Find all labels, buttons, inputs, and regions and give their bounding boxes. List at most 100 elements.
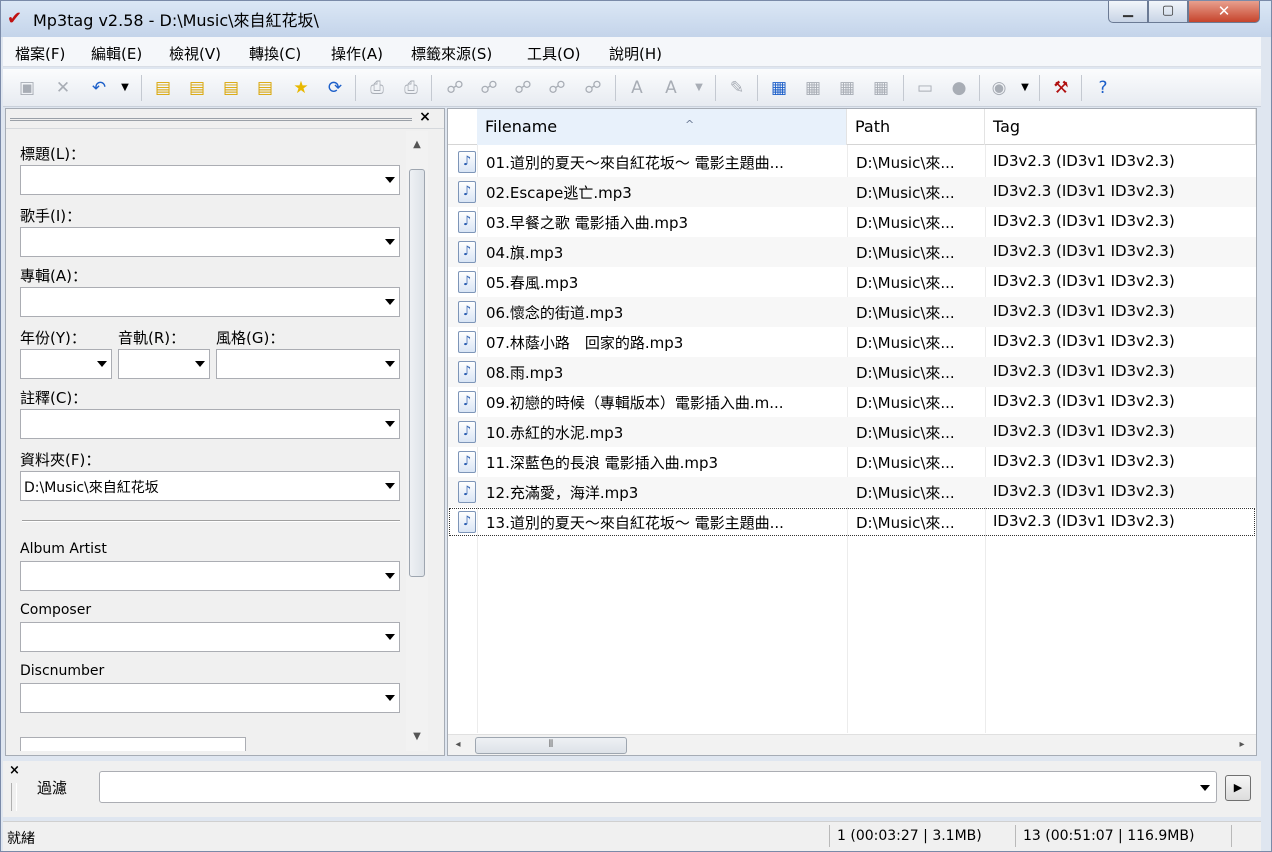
change-directory-icon[interactable]: ▤ xyxy=(151,76,175,100)
tag-source-web-icon[interactable]: ☍ xyxy=(581,76,605,100)
edit-icon[interactable]: ✎ xyxy=(725,76,749,100)
scroll-up-icon[interactable]: ▲ xyxy=(406,137,428,153)
status-text: 就緒 xyxy=(7,831,35,847)
chevron-down-icon xyxy=(1200,785,1210,791)
comment-field[interactable] xyxy=(20,409,400,439)
scroll-thumb[interactable]: ⦀ xyxy=(475,737,627,754)
scroll-right-icon[interactable]: ▸ xyxy=(1234,737,1250,753)
tools-icon[interactable]: ⚒ xyxy=(1049,76,1073,100)
minimize-button[interactable]: ▁ xyxy=(1108,1,1148,23)
filter-input[interactable] xyxy=(99,771,1217,803)
scroll-left-icon[interactable]: ◂ xyxy=(450,737,466,753)
tag-cell: ID3v2.3 (ID3v1 ID3v2.3) xyxy=(993,212,1175,230)
text-file-icon[interactable]: ▦ xyxy=(835,76,859,100)
chevron-down-icon xyxy=(385,361,395,367)
title-field[interactable] xyxy=(20,165,400,195)
table-row[interactable]: ♪ 06.懷念的街道.mp3 D:\Music\來... ID3v2.3 (ID3v1… xyxy=(448,297,1256,327)
title-bar[interactable]: ✔ Mp3tag v2.58 - D:\Music\來自紅花坂\ ▁ ▢ ✕ xyxy=(1,1,1271,37)
undo-icon[interactable]: ↶ xyxy=(87,76,111,100)
add-directory-icon[interactable]: ▤ xyxy=(185,76,209,100)
menu-help[interactable]: 說明(H) xyxy=(609,43,662,64)
scroll-down-icon[interactable]: ▼ xyxy=(406,729,428,745)
status-bar: 就緒 1 (00:03:27 | 3.1MB) 13 (00:51:07 | 1… xyxy=(3,821,1261,851)
filter-go-button[interactable]: ▶ xyxy=(1225,775,1251,801)
maximize-button[interactable]: ▢ xyxy=(1148,1,1188,23)
menu-edit[interactable]: 編輯(E) xyxy=(91,43,142,64)
close-button[interactable]: ✕ xyxy=(1188,1,1260,23)
path-cell: D:\Music\來... xyxy=(856,214,955,232)
music-file-icon: ♪ xyxy=(458,211,476,233)
tag-source-discogs-icon[interactable]: ☍ xyxy=(511,76,535,100)
menu-file[interactable]: 檔案(F) xyxy=(15,43,65,64)
discnumber-field[interactable] xyxy=(20,683,400,713)
panel-grip[interactable] xyxy=(10,118,412,121)
extra-field[interactable] xyxy=(20,737,246,751)
artist-label: 歌手(I)： xyxy=(20,207,82,225)
close-icon[interactable]: × xyxy=(416,109,434,129)
tag-filename-icon[interactable]: ⎙ xyxy=(365,76,389,100)
filename-tag-icon[interactable]: ⎙ xyxy=(399,76,423,100)
table-row[interactable]: ♪ 04.旗.mp3 D:\Music\來... ID3v2.3 (ID3v1 ID3… xyxy=(448,237,1256,267)
tag-source-amazon-icon[interactable]: ☍ xyxy=(477,76,501,100)
table-row[interactable]: ♪ 08.雨.mp3 D:\Music\來... ID3v2.3 (ID3v1 ID3… xyxy=(448,357,1256,387)
year-field[interactable] xyxy=(20,349,112,379)
filter-grip[interactable] xyxy=(11,783,17,811)
playlist-folder-icon[interactable]: ▤ xyxy=(253,76,277,100)
composer-field[interactable] xyxy=(20,622,400,652)
panel-scrollbar[interactable]: ▲ ▼ xyxy=(406,131,428,751)
remove-tag-icon[interactable]: ✕ xyxy=(51,76,75,100)
file-list-header: ^ Filename Path Tag xyxy=(448,109,1256,145)
export-icon[interactable]: ▦ xyxy=(767,76,791,100)
menu-view[interactable]: 檢視(V) xyxy=(169,43,221,64)
favorite-folder-icon[interactable]: ▤ xyxy=(219,76,243,100)
cover-dropdown-icon[interactable]: ▼ xyxy=(1013,76,1037,100)
close-icon[interactable]: × xyxy=(9,763,20,778)
refresh-icon[interactable]: ⟳ xyxy=(323,76,347,100)
cover-icon[interactable]: ◉ xyxy=(987,76,1011,100)
album-field[interactable] xyxy=(20,287,400,317)
table-row[interactable]: ♪ 07.林蔭小路 回家的路.mp3 D:\Music\來... ID3v2.3 (I… xyxy=(448,327,1256,357)
actions-dropdown-icon[interactable]: ▼ xyxy=(687,76,711,100)
tag-source-freedb-icon[interactable]: ☍ xyxy=(443,76,467,100)
column-path[interactable]: Path xyxy=(847,109,985,145)
filename-cell: 10.赤紅的水泥.mp3 xyxy=(486,424,624,442)
album-artist-field[interactable] xyxy=(20,561,400,591)
table-row[interactable]: ♪ 01.道別的夏天～來自紅花坂～ 電影主題曲... D:\Music\來... ID… xyxy=(448,147,1256,177)
star-icon[interactable]: ★ xyxy=(289,76,313,100)
folder-value: D:\Music\來自紅花坂 xyxy=(24,480,159,496)
artist-field[interactable] xyxy=(20,227,400,257)
table-row[interactable]: ♪ 09.初戀的時候（專輯版本）電影插入曲.m... D:\Music\來... ID… xyxy=(448,387,1256,417)
help-icon[interactable]: ? xyxy=(1091,76,1115,100)
menu-tools[interactable]: 工具(O) xyxy=(527,43,581,64)
table-row[interactable]: ♪ 11.深藍色的長浪 電影插入曲.mp3 D:\Music\來... ID3v2.3… xyxy=(448,447,1256,477)
numbering-icon[interactable]: ▦ xyxy=(869,76,893,100)
undo-dropdown-icon[interactable]: ▼ xyxy=(113,76,137,100)
table-row[interactable]: ♪ 05.春風.mp3 D:\Music\來... ID3v2.3 (ID3v1 ID… xyxy=(448,267,1256,297)
genre-field[interactable] xyxy=(216,349,400,379)
table-row[interactable]: ♪ 02.Escape逃亡.mp3 D:\Music\來... ID3v2.3 (ID… xyxy=(448,177,1256,207)
table-row[interactable]: ♪ 12.充滿愛，海洋.mp3 D:\Music\來... ID3v2.3 (ID3v… xyxy=(448,477,1256,507)
menu-tag-sources[interactable]: 標籤來源(S) xyxy=(411,43,492,64)
track-field[interactable] xyxy=(118,349,210,379)
filter-label: 過濾 xyxy=(37,779,68,797)
scroll-thumb[interactable] xyxy=(409,169,425,577)
table-row[interactable]: ♪ 10.赤紅的水泥.mp3 D:\Music\來... ID3v2.3 (ID3v1… xyxy=(448,417,1256,447)
sort-arrow-icon: ^ xyxy=(685,118,695,131)
music-file-icon: ♪ xyxy=(458,241,476,263)
menu-actions[interactable]: 操作(A) xyxy=(331,43,383,64)
tag-cell: ID3v2.3 (ID3v1 ID3v2.3) xyxy=(993,512,1175,530)
case-conversion-icon[interactable]: A xyxy=(625,76,649,100)
folder-field[interactable]: D:\Music\來自紅花坂 xyxy=(20,471,400,501)
horizontal-scrollbar[interactable]: ◂ ⦀ ▸ xyxy=(448,734,1256,755)
web-icon[interactable]: ● xyxy=(947,76,971,100)
print-icon[interactable]: ▭ xyxy=(913,76,937,100)
actions-icon[interactable]: A xyxy=(659,76,683,100)
table-row[interactable]: ♪ 03.早餐之歌 電影插入曲.mp3 D:\Music\來... ID3v2.3 (… xyxy=(448,207,1256,237)
table-row[interactable]: ♪ 13.道別的夏天～來自紅花坂～ 電影主題曲... D:\Music\來... ID… xyxy=(448,507,1256,537)
column-tag[interactable]: Tag xyxy=(985,109,1256,145)
playlist-icon[interactable]: ▦ xyxy=(801,76,825,100)
menu-convert[interactable]: 轉換(C) xyxy=(249,43,301,64)
tag-source-musicbrainz-icon[interactable]: ☍ xyxy=(545,76,569,100)
save-icon[interactable]: ▣ xyxy=(15,76,39,100)
column-filename[interactable]: ^ Filename xyxy=(477,109,847,145)
